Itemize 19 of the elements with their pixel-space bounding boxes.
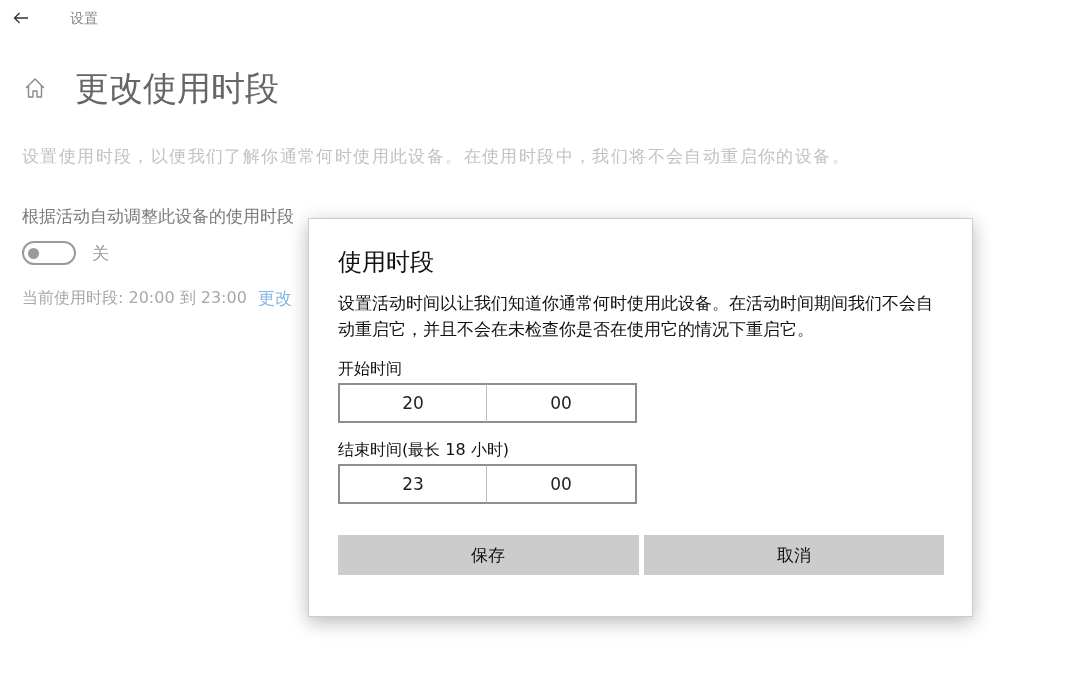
current-hours-text: 当前使用时段: 20:00 到 23:00 bbox=[22, 287, 247, 309]
hour-field[interactable]: 20 bbox=[338, 383, 487, 423]
home-icon[interactable] bbox=[24, 77, 46, 99]
minute-field[interactable]: 00 bbox=[487, 383, 637, 423]
time-label: 开始时间 bbox=[338, 358, 402, 380]
back-icon[interactable] bbox=[13, 12, 29, 24]
dialog-description: 设置活动时间以让我们知道你通常何时使用此设备。在活动时间期间我们不会自动重启它，并且不会在未检查你是否在使用它的情况下重启它。 bbox=[338, 292, 934, 341]
page-description: 设置使用时段，以便我们了解你通常何时使用此设备。在使用时段中，我们将不会自动重启你的设备。 bbox=[22, 145, 851, 168]
page-title: 更改使用时段 bbox=[75, 68, 279, 108]
setting-label: 根据活动自动调整此设备的使用时段 bbox=[22, 205, 294, 228]
toggle-state-text: 关 bbox=[92, 242, 109, 265]
dialog-title: 使用时段 bbox=[338, 247, 434, 278]
cancel-button[interactable]: 取消 bbox=[643, 535, 944, 575]
app-title: 设置 bbox=[70, 9, 98, 27]
hour-field[interactable]: 23 bbox=[338, 464, 487, 504]
save-button[interactable]: 保存 bbox=[338, 535, 639, 575]
minute-field[interactable]: 00 bbox=[487, 464, 637, 504]
toggle-switch[interactable] bbox=[22, 241, 76, 265]
time-label: 结束时间(最长 18 小时) bbox=[338, 439, 509, 461]
